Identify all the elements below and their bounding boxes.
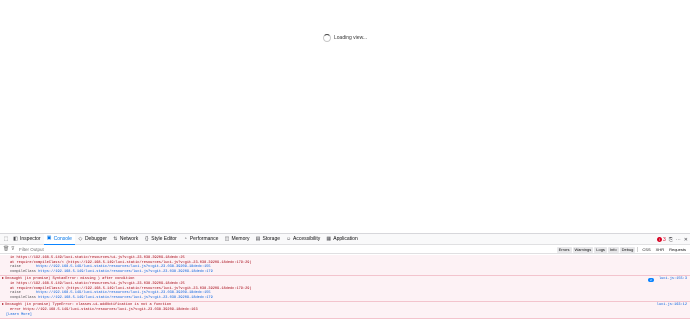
tab-console[interactable]: ▣ Console [43, 233, 75, 245]
tab-label: Style Editor [151, 236, 177, 242]
source-location-link[interactable]: luci.js:163:12 [657, 303, 687, 307]
spinner-icon [323, 34, 331, 42]
expand-arrow-icon[interactable]: ▸ [2, 303, 4, 307]
divider [637, 247, 639, 252]
tab-debugger[interactable]: ◇ Debugger [75, 234, 110, 245]
loading-indicator: Loading view... [323, 34, 367, 42]
tab-label: Accessibility [293, 236, 321, 242]
filter-debug[interactable]: Debug [619, 246, 636, 253]
error-count-badge[interactable]: ! 3 [657, 237, 666, 243]
accessibility-icon: ☺ [286, 235, 292, 242]
error-count: 3 [663, 236, 666, 243]
devtools-tabbar: ⬚ ◧ Inspector ▣ Console ◇ Debugger ⇅ Network… [0, 233, 690, 245]
stack-frame: compileClass https://192.168.5.149/luci-… [2, 270, 688, 275]
tab-label: Application [333, 236, 358, 242]
stack-link[interactable]: https://192.168.5.149/luci-static/resour… [36, 265, 211, 269]
tab-label: Performance [189, 236, 219, 242]
console-icon: ▣ [46, 235, 52, 241]
stack-link[interactable]: https://192.168.5.149/luci-static/resour… [36, 291, 211, 295]
stack-link[interactable]: https://192.168.5.149/luci-static/resour… [38, 270, 213, 274]
network-icon: ⇅ [113, 235, 118, 242]
element-picker-icon[interactable]: ⬚ [2, 234, 10, 245]
tab-memory[interactable]: ◫ Memory [221, 234, 252, 245]
trash-icon[interactable]: 🗑 [3, 246, 9, 252]
message-text: Uncaught (in promise) SyntaxError: missi… [5, 277, 135, 282]
inspector-icon: ◧ [13, 235, 18, 242]
filter-icon: ⊽ [11, 246, 15, 252]
dock-options-icon[interactable]: ⎘ [669, 237, 673, 243]
tab-style-editor[interactable]: {} Style Editor [141, 234, 180, 245]
filter-logs[interactable]: Logs [594, 246, 607, 253]
filter-css[interactable]: CSS [640, 247, 652, 253]
log-level-filters: Errors Warnings Logs Info Debug CSS XHR … [556, 246, 688, 253]
filter-xhr[interactable]: XHR [654, 247, 666, 253]
stack-fn: compileClass [10, 269, 36, 274]
tab-inspector[interactable]: ◧ Inspector [10, 234, 44, 245]
message-text: Uncaught (in promise) TypeError: classes… [5, 303, 172, 308]
filter-output-input[interactable] [19, 245, 319, 253]
tab-accessibility[interactable]: ☺ Accessibility [283, 234, 323, 245]
more-options-icon[interactable]: ⋯ [676, 237, 681, 243]
style-editor-icon: {} [145, 235, 149, 242]
devtools-toolbar-right: ! 3 ⎘ ⋯ ✕ [657, 234, 688, 245]
tab-label: Inspector [20, 236, 41, 242]
stack-fn: raise [10, 291, 21, 296]
performance-icon: ◔ [183, 235, 187, 242]
console-message: 2 luci.js:155:3 ▸Uncaught (in promise) S… [0, 276, 690, 303]
filter-requests[interactable]: Requests [667, 247, 688, 253]
application-icon: ▦ [326, 235, 332, 242]
tab-label: Network [119, 236, 139, 242]
console-message: luci.js:163:12 ▸Uncaught (in promise) Ty… [0, 302, 690, 320]
filter-warnings[interactable]: Warnings [572, 246, 594, 253]
stack-link[interactable]: https://192.168.5.149/luci-static/resour… [38, 296, 213, 300]
learn-more-link[interactable]: [Learn More] [2, 313, 688, 318]
tab-network[interactable]: ⇅ Network [110, 234, 141, 245]
storage-icon: ▤ [255, 235, 261, 242]
tab-performance[interactable]: ◔ Performance [180, 234, 222, 245]
tab-label: Debugger [84, 236, 107, 242]
error-icon: ! [657, 237, 662, 242]
tab-label: Console [53, 235, 72, 242]
source-location-link[interactable]: luci.js:155:3 [659, 277, 687, 281]
memory-icon: ◫ [224, 235, 230, 242]
filter-errors[interactable]: Errors [556, 246, 572, 253]
devtools-panel: ⬚ ◧ Inspector ▣ Console ◇ Debugger ⇅ Network… [0, 233, 690, 334]
tab-storage[interactable]: ▤ Storage [253, 234, 284, 245]
stack-fn: compileClass [10, 295, 36, 300]
console-output: in https://192.168.5.149/luci-static/res… [0, 255, 690, 334]
loading-text: Loading view... [334, 35, 368, 41]
tab-label: Memory [231, 236, 250, 242]
stack-fn: raise [10, 265, 21, 270]
filter-info[interactable]: Info [607, 246, 619, 253]
console-message: in https://192.168.5.149/luci-static/res… [0, 255, 690, 277]
tab-label: Storage [262, 236, 281, 242]
stack-frame: compileClass https://192.168.5.149/luci-… [2, 296, 688, 301]
expand-arrow-icon[interactable]: ▸ [2, 277, 4, 281]
tab-application[interactable]: ▦ Application [323, 234, 360, 245]
close-icon[interactable]: ✕ [684, 237, 688, 243]
page-viewport: Loading view... [0, 0, 690, 233]
debugger-icon: ◇ [78, 235, 83, 242]
